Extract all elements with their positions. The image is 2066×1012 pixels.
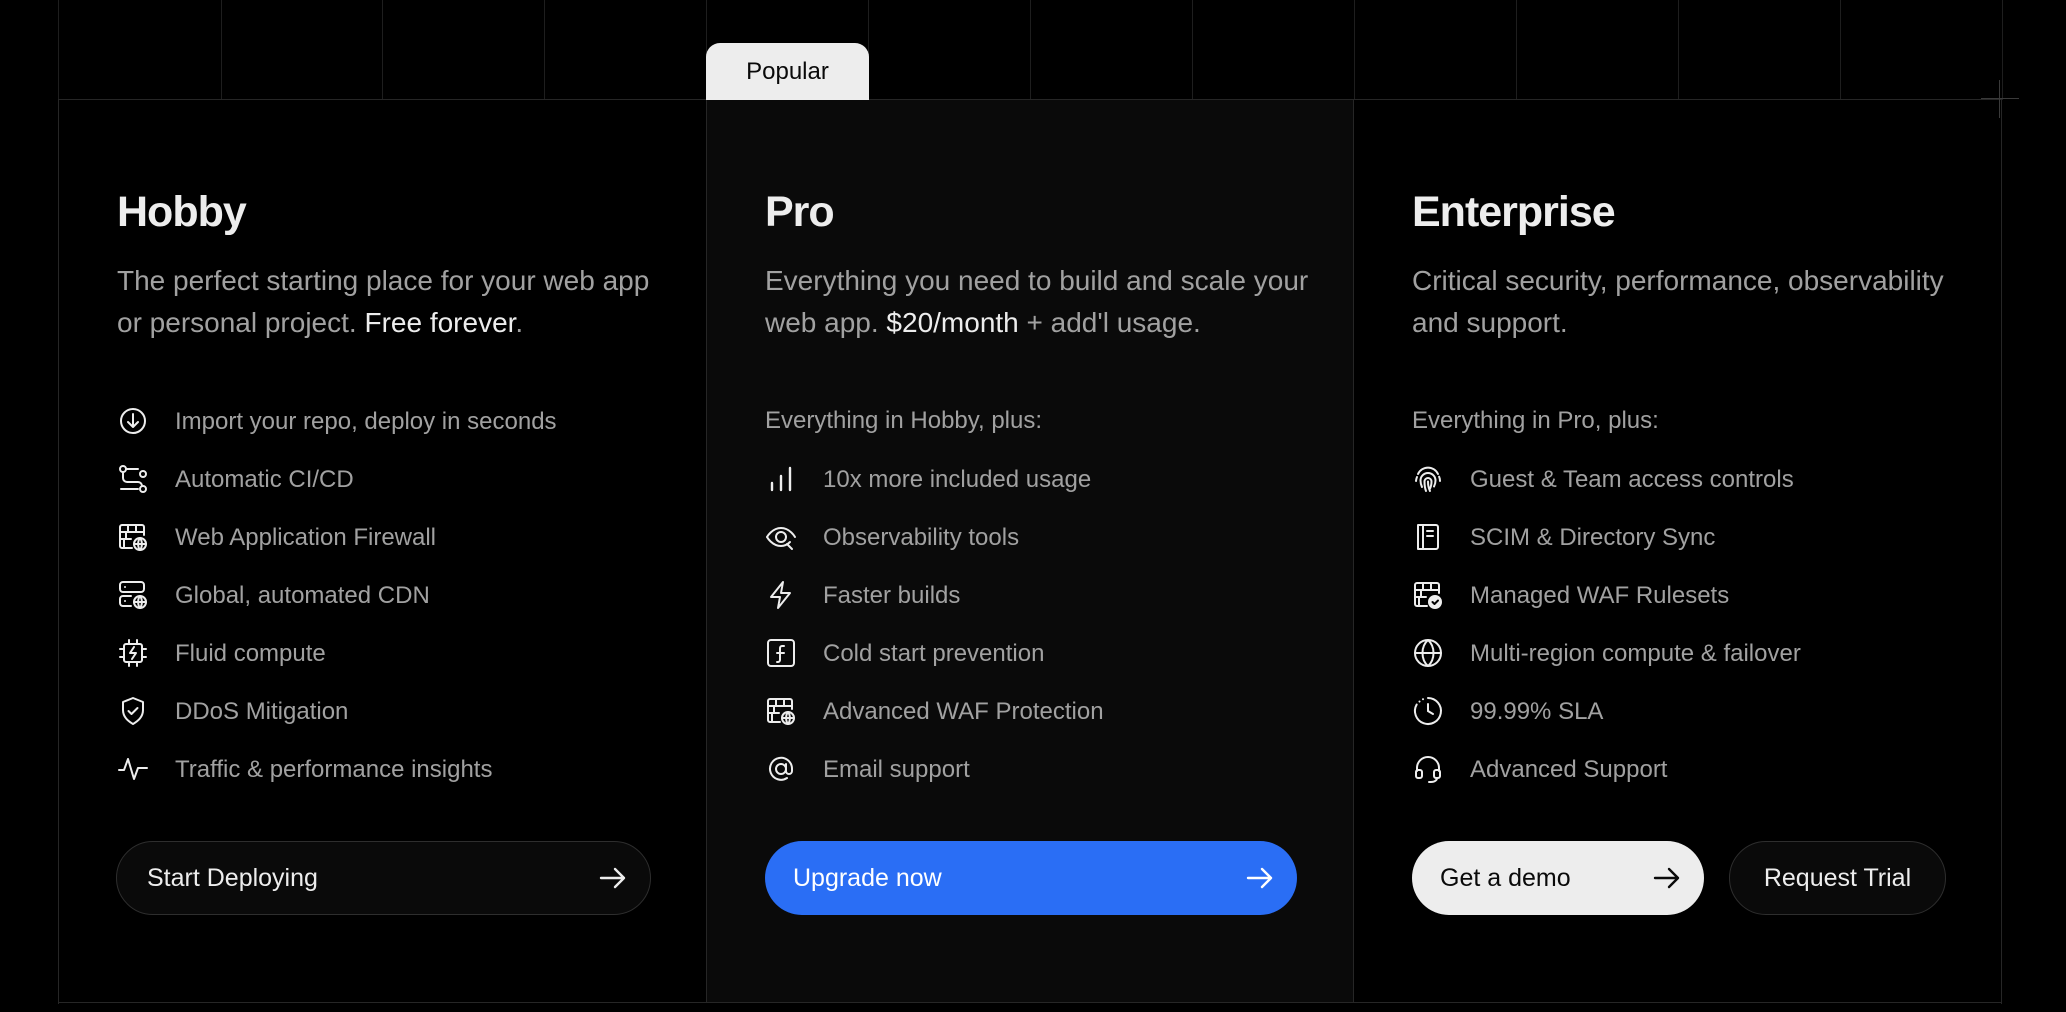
arrow-right-icon bbox=[598, 863, 628, 893]
lightning-bolt-icon bbox=[765, 579, 797, 611]
plan-description: Critical security, performance, observab… bbox=[1412, 265, 1944, 338]
price-highlight: Free forever bbox=[364, 307, 516, 338]
feature-item: Guest & Team access controls bbox=[1412, 465, 1801, 523]
cpu-chip-icon bbox=[117, 637, 149, 669]
headset-icon bbox=[1412, 753, 1444, 785]
arrow-right-icon bbox=[1652, 863, 1682, 893]
includes-heading: Everything in Pro, plus: bbox=[1412, 407, 1659, 434]
plan-description: Everything you need to build and scale y… bbox=[765, 265, 1309, 338]
feature-item: Multi-region compute & failover bbox=[1412, 639, 1801, 697]
fingerprint-icon bbox=[1412, 463, 1444, 495]
background-grid bbox=[58, 0, 2003, 100]
feature-item: Managed WAF Rulesets bbox=[1412, 581, 1801, 639]
feature-item: Observability tools bbox=[765, 523, 1104, 581]
start-deploying-button[interactable]: Start Deploying bbox=[116, 841, 651, 915]
arrow-right-icon bbox=[1245, 863, 1275, 893]
feature-item: Global, automated CDN bbox=[117, 581, 557, 639]
price-highlight: $20/month bbox=[886, 307, 1019, 338]
request-trial-button[interactable]: Request Trial bbox=[1729, 841, 1946, 915]
firewall-check-icon bbox=[1412, 579, 1444, 611]
clock-dashed-icon bbox=[1412, 695, 1444, 727]
arrow-down-circle-icon bbox=[117, 405, 149, 437]
feature-item: Traffic & performance insights bbox=[117, 755, 557, 813]
globe-icon bbox=[1412, 637, 1444, 669]
feature-item: 99.99% SLA bbox=[1412, 697, 1801, 755]
feature-item: Web Application Firewall bbox=[117, 523, 557, 581]
bar-chart-icon bbox=[765, 463, 797, 495]
plan-card-pro: Pro Everything you need to build and sca… bbox=[706, 100, 1354, 1002]
upgrade-now-button[interactable]: Upgrade now bbox=[765, 841, 1297, 915]
plan-title: Hobby bbox=[117, 188, 247, 236]
git-merge-icon bbox=[117, 463, 149, 495]
at-sign-icon bbox=[765, 753, 797, 785]
firewall-globe-icon bbox=[117, 521, 149, 553]
feature-item: Automatic CI/CD bbox=[117, 465, 557, 523]
function-icon bbox=[765, 637, 797, 669]
plan-card-enterprise: Enterprise Critical security, performanc… bbox=[1354, 100, 2001, 1002]
feature-item: Fluid compute bbox=[117, 639, 557, 697]
feature-list: 10x more included usage Observability to… bbox=[765, 465, 1104, 813]
feature-item: DDoS Mitigation bbox=[117, 697, 557, 755]
plan-card-hobby: Hobby The perfect starting place for you… bbox=[59, 100, 706, 1002]
plan-description: The perfect starting place for your web … bbox=[117, 265, 650, 338]
feature-item: Import your repo, deploy in seconds bbox=[117, 407, 557, 465]
get-a-demo-button[interactable]: Get a demo bbox=[1412, 841, 1704, 915]
feature-list: Guest & Team access controls SCIM & Dire… bbox=[1412, 465, 1801, 813]
eye-icon bbox=[765, 521, 797, 553]
directory-book-icon bbox=[1412, 521, 1444, 553]
firewall-globe-icon bbox=[765, 695, 797, 727]
plan-title: Enterprise bbox=[1412, 188, 1616, 236]
server-globe-icon bbox=[117, 579, 149, 611]
feature-item: Advanced WAF Protection bbox=[765, 697, 1104, 755]
feature-item: Email support bbox=[765, 755, 1104, 813]
feature-list: Import your repo, deploy in seconds Auto… bbox=[117, 407, 557, 813]
feature-item: Advanced Support bbox=[1412, 755, 1801, 813]
feature-item: 10x more included usage bbox=[765, 465, 1104, 523]
popular-badge: Popular bbox=[706, 43, 869, 100]
feature-item: SCIM & Directory Sync bbox=[1412, 523, 1801, 581]
activity-pulse-icon bbox=[117, 753, 149, 785]
includes-heading: Everything in Hobby, plus: bbox=[765, 407, 1043, 434]
shield-check-icon bbox=[117, 695, 149, 727]
feature-item: Cold start prevention bbox=[765, 639, 1104, 697]
plan-title: Pro bbox=[765, 188, 835, 236]
feature-item: Faster builds bbox=[765, 581, 1104, 639]
